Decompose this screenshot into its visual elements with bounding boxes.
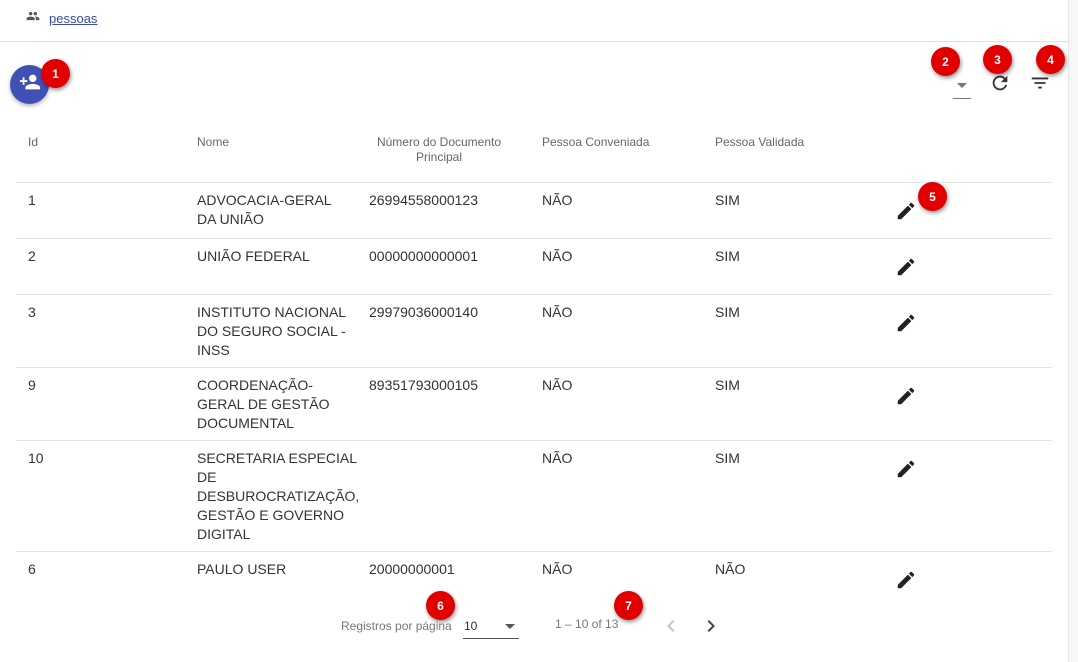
- edit-button[interactable]: [895, 385, 917, 407]
- cell-conveniada: NÃO: [542, 561, 573, 577]
- breadcrumb-link-pessoas[interactable]: pessoas: [49, 11, 97, 26]
- annotation-badge: 7: [614, 591, 643, 620]
- cell-nome: INSTITUTO NACIONAL DO SEGURO SOCIAL - IN…: [197, 303, 346, 360]
- cell-nome-line: DE: [197, 469, 217, 485]
- edit-button[interactable]: [895, 458, 917, 480]
- cell-nome: SECRETARIA ESPECIAL DE DESBUROCRATIZAÇÃO…: [197, 449, 359, 544]
- column-header-conveniada[interactable]: Pessoa Conveniada: [542, 135, 649, 149]
- cell-documento: 29979036000140: [369, 304, 479, 320]
- cell-nome-line: INSTITUTO NACIONAL: [197, 304, 347, 320]
- page-range: 1 – 10 of 13: [555, 617, 619, 631]
- cell-documento: 89351793000105: [369, 377, 479, 393]
- page-size-label: Registros por página: [341, 619, 452, 633]
- cell-validada: SIM: [715, 450, 740, 466]
- column-header-documento-line1: Número do Documento: [376, 135, 502, 149]
- cell-id: 6: [28, 561, 36, 577]
- cell-nome-line: ADVOCACIA-GERAL: [197, 192, 332, 208]
- cell-nome-line: DESBUROCRATIZAÇÃO,: [197, 488, 360, 504]
- cell-nome: COORDENAÇÃO- GERAL DE GESTÃO DOCUMENTAL: [197, 376, 330, 433]
- dropdown-caret-icon: [957, 83, 967, 88]
- pencil-icon: [895, 387, 917, 411]
- cell-documento: 20000000001: [369, 561, 455, 577]
- pencil-icon: [895, 258, 917, 282]
- row-divider: [16, 440, 1052, 441]
- cell-nome-line: INSS: [197, 342, 230, 358]
- cell-documento: 26994558000123: [369, 192, 479, 208]
- page-size-select[interactable]: 10: [463, 614, 519, 639]
- column-header-nome[interactable]: Nome: [197, 135, 229, 149]
- annotation-badge: 2: [931, 47, 960, 76]
- cell-nome-line: DIGITAL: [197, 526, 251, 542]
- cell-validada: NÃO: [715, 561, 746, 577]
- filter-list-icon: [1029, 72, 1051, 99]
- chevron-left-icon: [659, 620, 683, 642]
- cell-conveniada: NÃO: [542, 304, 573, 320]
- cell-nome-line: GESTÃO E GOVERNO: [197, 507, 345, 523]
- breadcrumb: pessoas: [26, 8, 97, 28]
- cell-nome-line: GERAL DE GESTÃO: [197, 396, 330, 412]
- header-divider: [0, 41, 1068, 42]
- edit-button[interactable]: [895, 569, 917, 591]
- scrollbar-track[interactable]: [1069, 0, 1078, 662]
- cell-id: 2: [28, 248, 36, 264]
- column-selector-dropdown[interactable]: [953, 80, 971, 99]
- column-header-validada[interactable]: Pessoa Validada: [715, 135, 804, 149]
- cell-nome-line: DOCUMENTAL: [197, 415, 294, 431]
- row-divider: [16, 294, 1052, 295]
- refresh-button[interactable]: [988, 73, 1012, 97]
- pencil-icon: [895, 460, 917, 484]
- pencil-icon: [895, 314, 917, 338]
- cell-nome-line: PAULO USER: [197, 561, 287, 577]
- cell-conveniada: NÃO: [542, 450, 573, 466]
- cell-conveniada: NÃO: [542, 248, 573, 264]
- filter-button[interactable]: [1028, 73, 1052, 97]
- cell-validada: SIM: [715, 377, 740, 393]
- annotation-badge: 6: [426, 591, 455, 620]
- pencil-icon: [895, 202, 917, 226]
- pencil-icon: [895, 571, 917, 595]
- column-header-documento[interactable]: Número do Documento Principal: [366, 135, 512, 165]
- cell-nome: ADVOCACIA-GERAL DA UNIÃO: [197, 191, 332, 229]
- row-divider: [16, 182, 1052, 183]
- cell-conveniada: NÃO: [542, 377, 573, 393]
- cell-id: 10: [28, 450, 44, 466]
- annotation-badge: 4: [1036, 45, 1065, 74]
- annotation-badge: 5: [918, 182, 947, 211]
- people-icon: [26, 9, 40, 28]
- chevron-right-icon: [699, 620, 723, 642]
- cell-validada: SIM: [715, 248, 740, 264]
- cell-id: 3: [28, 304, 36, 320]
- page-size-value: 10: [464, 619, 478, 633]
- annotation-badge: 3: [983, 45, 1012, 74]
- edit-button[interactable]: [895, 312, 917, 334]
- edit-button[interactable]: [895, 256, 917, 278]
- cell-nome-line: DO SEGURO SOCIAL -: [197, 323, 346, 339]
- next-page-button[interactable]: [699, 614, 723, 638]
- cell-validada: SIM: [715, 192, 740, 208]
- cell-id: 9: [28, 377, 36, 393]
- cell-conveniada: NÃO: [542, 192, 573, 208]
- cell-nome-line: UNIÃO FEDERAL: [197, 248, 310, 264]
- cell-nome: UNIÃO FEDERAL: [197, 247, 310, 266]
- row-divider: [16, 238, 1052, 239]
- edit-button[interactable]: [895, 200, 917, 222]
- row-divider: [16, 551, 1052, 552]
- column-header-id[interactable]: Id: [28, 135, 38, 149]
- previous-page-button[interactable]: [659, 614, 683, 638]
- cell-nome-line: SECRETARIA ESPECIAL: [197, 450, 358, 466]
- row-divider: [16, 367, 1052, 368]
- person-add-icon: [19, 71, 41, 98]
- cell-nome: PAULO USER: [197, 560, 286, 579]
- cell-id: 1: [28, 192, 36, 208]
- annotation-badge: 1: [41, 59, 70, 88]
- cell-nome-line: COORDENAÇÃO-: [197, 377, 313, 393]
- dropdown-caret-icon: [505, 624, 515, 629]
- cell-documento: 00000000000001: [369, 248, 479, 264]
- cell-nome-line: DA UNIÃO: [197, 211, 264, 227]
- cell-validada: SIM: [715, 304, 740, 320]
- column-header-documento-line2: Principal: [415, 150, 463, 164]
- refresh-icon: [989, 72, 1011, 99]
